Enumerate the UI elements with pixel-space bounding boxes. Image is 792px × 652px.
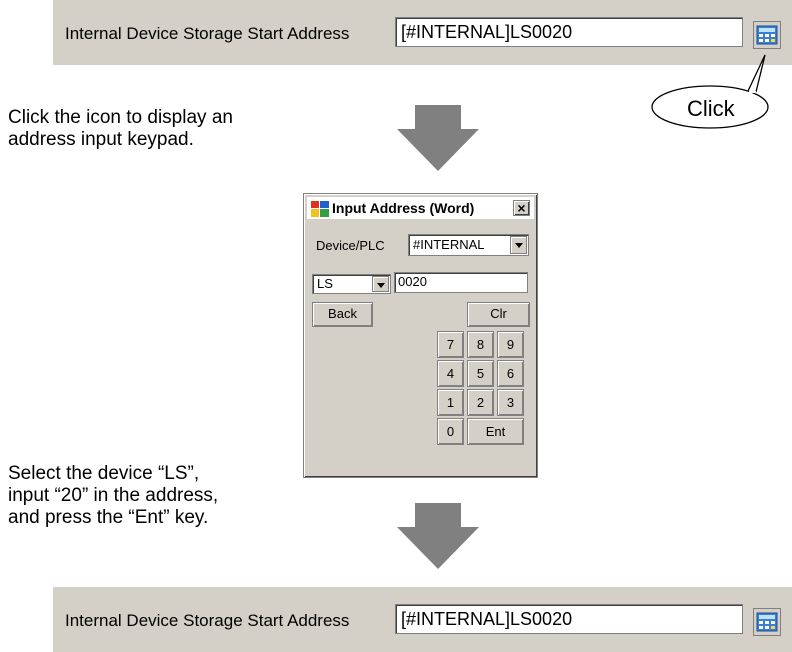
address-label: Internal Device Storage Start Address: [65, 24, 350, 43]
key-8[interactable]: 8: [467, 331, 494, 358]
back-button[interactable]: Back: [312, 302, 373, 327]
dropdown-arrow-icon[interactable]: [510, 236, 527, 254]
key-1[interactable]: 1: [437, 389, 464, 416]
key-4[interactable]: 4: [437, 360, 464, 387]
device-plc-label: Device/PLC: [316, 238, 385, 253]
address-number-input[interactable]: 0020: [394, 272, 528, 293]
key-3[interactable]: 3: [497, 389, 524, 416]
instruction-step-2: Select the device “LS”, input “20” in th…: [8, 463, 218, 529]
instruction-line: and press the “Ent” key.: [8, 507, 209, 528]
dialog-titlebar: Input Address (Word) ×: [307, 197, 534, 219]
device-select[interactable]: LS: [312, 274, 391, 294]
close-button[interactable]: ×: [513, 200, 530, 216]
address-bar-before: Internal Device Storage Start Address [#…: [53, 0, 792, 65]
address-bar-after: Internal Device Storage Start Address [#…: [53, 587, 792, 652]
key-2[interactable]: 2: [467, 389, 494, 416]
input-address-dialog: Input Address (Word) × Device/PLC #INTER…: [303, 193, 538, 478]
instruction-line: input “20” in the address,: [8, 485, 219, 506]
keypad-icon[interactable]: [753, 608, 781, 636]
address-label: Internal Device Storage Start Address: [65, 611, 350, 630]
device-plc-select[interactable]: #INTERNAL: [408, 234, 529, 256]
address-input[interactable]: [#INTERNAL]LS0020: [395, 17, 743, 47]
instruction-line: Click the icon to display an: [8, 107, 233, 128]
enter-button[interactable]: Ent: [467, 418, 524, 445]
click-callout-text: Click: [687, 96, 735, 121]
instruction-line: address input keypad.: [8, 129, 194, 150]
device-plc-value: #INTERNAL: [413, 237, 485, 252]
key-6[interactable]: 6: [497, 360, 524, 387]
key-7[interactable]: 7: [437, 331, 464, 358]
clear-button[interactable]: Clr: [467, 302, 530, 327]
down-arrow-icon: [397, 503, 479, 569]
key-0[interactable]: 0: [437, 418, 464, 445]
down-arrow-icon: [397, 105, 479, 171]
dropdown-arrow-icon[interactable]: [372, 276, 389, 292]
device-value: LS: [317, 276, 333, 291]
instruction-line: Select the device “LS”,: [8, 463, 200, 484]
dialog-app-icon: [311, 201, 329, 217]
key-9[interactable]: 9: [497, 331, 524, 358]
key-5[interactable]: 5: [467, 360, 494, 387]
dialog-title: Input Address (Word): [332, 200, 475, 216]
keypad-icon[interactable]: [753, 21, 781, 49]
instruction-step-1: Click the icon to display an address inp…: [8, 107, 233, 151]
address-input[interactable]: [#INTERNAL]LS0020: [395, 604, 743, 634]
